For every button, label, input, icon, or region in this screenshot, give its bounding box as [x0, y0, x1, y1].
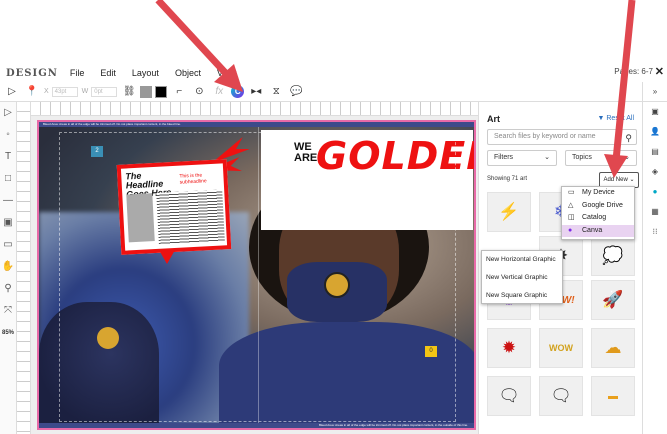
add-new-label: Add New — [603, 177, 628, 183]
zoom-level[interactable]: 85% — [0, 322, 16, 344]
panel-title: Art — [487, 114, 500, 124]
art-search-input[interactable]: Search files by keyword or name ⚲ — [487, 129, 637, 145]
reset-all-label: Reset All — [606, 115, 634, 122]
filters-dropdown[interactable]: Filters ⌄ — [487, 150, 557, 166]
w-field[interactable]: W 0pt — [81, 86, 118, 97]
device-icon: ▭ — [568, 189, 575, 196]
text-tool-icon[interactable]: T — [0, 146, 16, 168]
chevron-down-icon: ⌄ — [544, 154, 550, 161]
pages-indicator: Pages: 6-7 — [614, 67, 653, 76]
menu-view[interactable]: View — [217, 68, 236, 78]
toolbar: ▷ 📍 X 43pt W 0pt ⛓ ⌐ ⊙ fx C ▸◂ ⧖ 💬 — [0, 82, 667, 102]
vertical-ruler — [17, 102, 31, 434]
bleed-notice-top: Bleed Area: Areas in all of the edge wil… — [39, 122, 474, 127]
close-icon[interactable]: ✕ — [655, 65, 664, 78]
image-icon[interactable]: ▣ — [643, 102, 667, 122]
menu-item-new-horizontal-graphic[interactable]: New Horizontal Graphic — [482, 251, 562, 269]
art-thumbnail-rocket[interactable]: 🚀 — [591, 280, 635, 320]
line-tool-icon[interactable]: — — [0, 190, 16, 212]
stroke-swatch[interactable] — [155, 85, 168, 98]
select-tool-icon[interactable]: ▷ — [4, 85, 20, 99]
canva-icon[interactable]: C — [231, 85, 245, 98]
menu-item-google-drive[interactable]: △ Google Drive — [562, 200, 634, 213]
menu-item-catalog[interactable]: ◫ Catalog — [562, 212, 634, 225]
w-value[interactable]: 0pt — [91, 86, 118, 97]
fx-button[interactable]: fx — [211, 85, 227, 99]
reset-all-link[interactable]: ▼ Reset All — [598, 115, 635, 122]
frame-icon[interactable]: ⌐ — [171, 85, 187, 99]
filters-label: Filters — [494, 154, 514, 161]
canva-label: Canva — [582, 226, 603, 234]
menu-bar: DESIGN File Edit Layout Object View Page… — [0, 64, 667, 82]
distribute-h-icon[interactable]: ▸◂ — [248, 85, 264, 99]
google-drive-icon: △ — [568, 201, 574, 209]
art-thumbnail-speech[interactable]: 🗨 — [487, 376, 531, 416]
art-thumbnail-banner[interactable]: ▬ — [591, 376, 635, 416]
search-placeholder: Search files by keyword or name — [494, 133, 596, 140]
rectangle-tool-icon[interactable]: □ — [0, 168, 16, 190]
grid-icon[interactable]: ⁝⁝ — [643, 222, 667, 242]
art-thumbnail-zap[interactable]: ⚡ — [487, 192, 531, 232]
menu-layout[interactable]: Layout — [132, 68, 159, 78]
add-new-menu: ▭ My Device △ Google Drive ◫ Catalog ● Canva — [561, 186, 635, 240]
bleed-notice-bottom: Bleed Area: Areas in all of the edge wil… — [39, 423, 474, 428]
google-drive-label: Google Drive — [582, 201, 623, 209]
distribute-v-icon[interactable]: ⧖ — [268, 85, 284, 99]
fill-swatch[interactable] — [140, 85, 153, 98]
pin-icon[interactable]: 📍 — [24, 85, 40, 99]
art-thumbnail-starburst[interactable]: ✹ — [487, 328, 531, 368]
art-thumbnail-wow[interactable]: WOW — [539, 328, 583, 368]
menu-item-canva[interactable]: ● Canva — [562, 224, 634, 237]
menu-file[interactable]: File — [70, 68, 85, 78]
node-tool-icon[interactable]: ◦ — [0, 124, 16, 146]
people-icon[interactable]: 👤 — [643, 122, 667, 142]
pointer-tool-icon[interactable]: ▷ — [0, 102, 16, 124]
art-thumbnail-speech[interactable]: 🗨 — [539, 376, 583, 416]
art-thumbnail-balloon[interactable]: ☁ — [591, 328, 635, 368]
shapes-icon[interactable]: ◈ — [643, 162, 667, 182]
menu-item-new-square-graphic[interactable]: New Square Graphic — [482, 287, 562, 305]
art-thumbnail-bubble[interactable]: 💭 — [591, 236, 635, 276]
x-label: X — [44, 88, 49, 95]
link-icon[interactable]: ⛓ — [121, 85, 137, 99]
search-icon[interactable]: ⚲ — [625, 131, 632, 145]
canva-submenu: New Horizontal Graphic New Vertical Grap… — [481, 250, 563, 304]
comment-icon[interactable]: 💬 — [288, 85, 304, 99]
menu-object[interactable]: Object — [175, 68, 201, 78]
comment-tool-icon[interactable]: ▭ — [0, 234, 16, 256]
zoom-tool-icon[interactable]: ⚲ — [0, 278, 16, 300]
topics-dropdown[interactable]: Topics ⌄ — [565, 150, 637, 166]
hand-tool-icon[interactable]: ✋ — [0, 256, 16, 278]
menu-edit[interactable]: Edit — [100, 68, 116, 78]
catalog-icon: ◫ — [568, 214, 575, 221]
horizontal-ruler — [31, 102, 478, 116]
menu-item-new-vertical-graphic[interactable]: New Vertical Graphic — [482, 269, 562, 287]
topics-label: Topics — [572, 154, 592, 161]
menu-item-my-device[interactable]: ▭ My Device — [562, 187, 634, 200]
chevron-down-icon: ⌄ — [624, 154, 630, 161]
canva-icon: ● — [568, 226, 573, 234]
catalog-label: Catalog — [582, 214, 607, 221]
x-field[interactable]: X 43pt — [44, 86, 78, 97]
page-spread[interactable]: WE ARE GOLDEN The Headline Goes Here Thi… — [37, 120, 476, 430]
canva-icon[interactable]: ● — [643, 182, 667, 202]
template-icon[interactable]: ▤ — [643, 142, 667, 162]
image-frame-icon[interactable]: ▣ — [0, 212, 16, 234]
result-count: Showing 71 art — [487, 176, 528, 182]
app-logo: DESIGN — [6, 67, 58, 79]
safety-guide — [59, 132, 456, 422]
right-icon-strip: » ▣ 👤 ▤ ◈ ● ▦ ⁝⁝ — [642, 82, 667, 434]
fit-icon[interactable]: ⤧ — [0, 300, 16, 322]
my-device-label: My Device — [582, 189, 615, 196]
effects-icon[interactable]: ⊙ — [191, 85, 207, 99]
w-label: W — [81, 88, 89, 95]
left-toolbar: ▷ ◦ T □ — ▣ ▭ ✋ ⚲ ⤧ 85% — [0, 102, 17, 434]
canvas-area[interactable]: WE ARE GOLDEN The Headline Goes Here Thi… — [31, 116, 478, 434]
x-value[interactable]: 43pt — [51, 86, 78, 97]
table-icon[interactable]: ▦ — [643, 202, 667, 222]
collapse-icon[interactable]: » — [643, 82, 667, 102]
